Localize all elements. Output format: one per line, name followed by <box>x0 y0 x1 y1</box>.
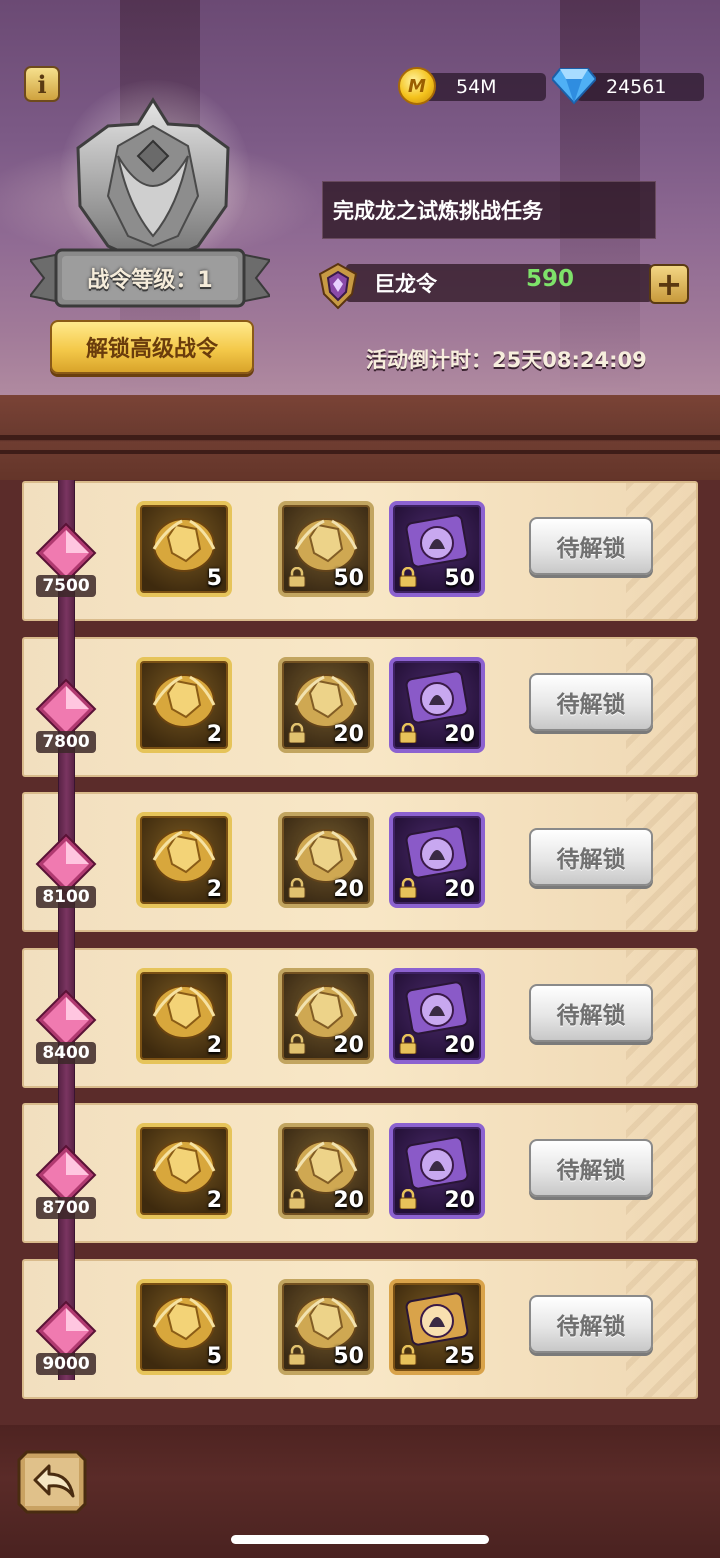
item-count: 20 <box>333 1188 364 1213</box>
progress-track <box>58 480 75 1380</box>
plus-icon[interactable]: + <box>649 264 689 304</box>
item-count: 20 <box>333 1033 364 1058</box>
premium-reward-item[interactable]: 50 <box>389 501 485 597</box>
lock-icon <box>399 1345 417 1365</box>
lock-icon <box>288 878 306 898</box>
pending-unlock-button[interactable]: 待解锁 <box>529 673 653 731</box>
free-reward-item[interactable]: 2 <box>136 812 232 908</box>
milestone-label: 8100 <box>36 886 96 908</box>
event-countdown: 活动倒计时：25天08:24:09 <box>366 348 647 372</box>
item-count: 25 <box>444 1344 475 1369</box>
premium-reward-item[interactable]: 20 <box>278 1123 374 1219</box>
reward-row: 2 20 20 待解锁 <box>22 948 698 1088</box>
token-value: 590 <box>525 266 574 292</box>
premium-reward-item[interactable]: 20 <box>389 968 485 1064</box>
premium-reward-item[interactable]: 20 <box>389 1123 485 1219</box>
item-count: 5 <box>206 1344 222 1369</box>
item-count: 20 <box>444 722 475 747</box>
lock-icon <box>399 567 417 587</box>
item-count: 20 <box>333 877 364 902</box>
lock-icon <box>288 567 306 587</box>
item-count: 20 <box>333 722 364 747</box>
reward-row: 5 50 25 待解锁 <box>22 1259 698 1399</box>
item-count: 50 <box>333 566 364 591</box>
milestone-label: 7500 <box>36 575 96 597</box>
premium-reward-item[interactable]: 20 <box>278 812 374 908</box>
milestone-label: 8400 <box>36 1042 96 1064</box>
premium-reward-item[interactable]: 20 <box>389 657 485 753</box>
pending-unlock-button[interactable]: 待解锁 <box>529 984 653 1042</box>
dragon-token-icon <box>318 262 358 310</box>
free-reward-item[interactable]: 2 <box>136 1123 232 1219</box>
milestone-label: 7800 <box>36 731 96 753</box>
gem-amount: 24561 <box>606 76 667 98</box>
lock-icon <box>399 1034 417 1054</box>
coin-balance: 54M <box>420 73 546 101</box>
premium-reward-item[interactable]: 25 <box>389 1279 485 1375</box>
token-label: 巨龙令 <box>374 272 437 296</box>
unlock-premium-button[interactable]: 解锁高级战令 <box>50 320 254 374</box>
wood-divider <box>0 395 720 485</box>
premium-reward-item[interactable]: 20 <box>389 812 485 908</box>
free-reward-item[interactable]: 5 <box>136 501 232 597</box>
task-description: 完成龙之试炼挑战任务 <box>322 181 656 239</box>
pending-unlock-button[interactable]: 待解锁 <box>529 1139 653 1197</box>
item-count: 2 <box>206 877 222 902</box>
coin-amount: 54M <box>456 76 497 98</box>
pending-unlock-button[interactable]: 待解锁 <box>529 828 653 886</box>
reward-row: 2 20 20 待解锁 <box>22 792 698 932</box>
item-count: 20 <box>444 1033 475 1058</box>
lock-icon <box>399 878 417 898</box>
free-reward-item[interactable]: 5 <box>136 1279 232 1375</box>
coin-icon: M <box>398 67 436 105</box>
item-count: 20 <box>444 877 475 902</box>
item-count: 50 <box>333 1344 364 1369</box>
premium-reward-item[interactable]: 20 <box>278 657 374 753</box>
lock-icon <box>288 1189 306 1209</box>
lock-icon <box>399 1189 417 1209</box>
home-indicator[interactable] <box>231 1535 489 1544</box>
back-arrow-icon[interactable] <box>17 1450 87 1514</box>
reward-row: 2 20 20 待解锁 <box>22 1103 698 1243</box>
lock-icon <box>288 1034 306 1054</box>
reward-row: 5 50 50 待解锁 <box>22 481 698 621</box>
milestone-label: 9000 <box>36 1353 96 1375</box>
pending-unlock-button[interactable]: 待解锁 <box>529 1295 653 1353</box>
lock-icon <box>288 723 306 743</box>
premium-reward-item[interactable]: 50 <box>278 501 374 597</box>
item-count: 20 <box>444 1188 475 1213</box>
lock-icon <box>288 1345 306 1365</box>
reward-row: 2 20 20 待解锁 <box>22 637 698 777</box>
item-count: 2 <box>206 1188 222 1213</box>
item-count: 2 <box>206 1033 222 1058</box>
item-count: 5 <box>206 566 222 591</box>
pending-unlock-button[interactable]: 待解锁 <box>529 517 653 575</box>
milestone-label: 8700 <box>36 1197 96 1219</box>
free-reward-item[interactable]: 2 <box>136 657 232 753</box>
diamond-icon <box>552 68 596 105</box>
free-reward-item[interactable]: 2 <box>136 968 232 1064</box>
premium-reward-item[interactable]: 50 <box>278 1279 374 1375</box>
premium-reward-item[interactable]: 20 <box>278 968 374 1064</box>
lock-icon <box>399 723 417 743</box>
item-count: 2 <box>206 722 222 747</box>
rank-level-label: 战令等级：1 <box>87 268 213 293</box>
item-count: 50 <box>444 566 475 591</box>
